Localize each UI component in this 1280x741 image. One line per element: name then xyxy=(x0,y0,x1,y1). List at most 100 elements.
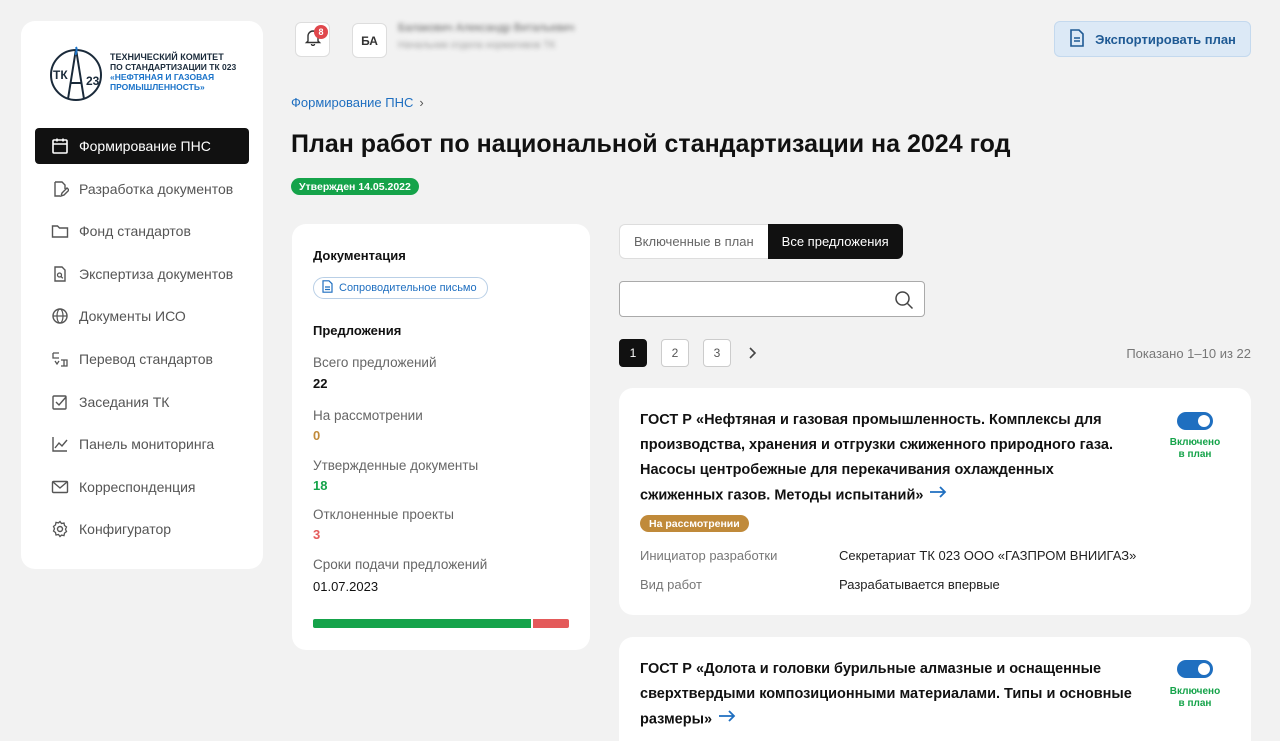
sidebar-item-label: Экспертиза документов xyxy=(79,265,234,282)
logo-line-2: ПО СТАНДАРТИЗАЦИИ ТК 023 xyxy=(110,62,237,72)
logo-line-4: ПРОМЫШЛЕННОСТЬ» xyxy=(110,82,205,92)
sidebar-item-translation[interactable]: Перевод стандартов xyxy=(35,341,249,377)
folder-icon xyxy=(51,222,69,240)
rejected-projects-value: 3 xyxy=(313,527,321,542)
sidebar-item-label: Панель мониторинга xyxy=(79,436,215,453)
sidebar-item-correspondence[interactable]: Корреспонденция xyxy=(35,469,249,505)
proposals-progress-bar xyxy=(313,619,569,628)
export-plan-button[interactable]: Экспортировать план xyxy=(1054,21,1251,57)
gear-icon xyxy=(51,520,69,538)
sidebar: ТК 23 ТЕХНИЧЕСКИЙ КОМИТЕТ ПО СТАНДАРТИЗА… xyxy=(21,21,263,569)
results-count: Показано 1–10 из 22 xyxy=(1126,346,1251,361)
breadcrumb: Формирование ПНС › xyxy=(291,95,424,110)
arrow-right-icon[interactable] xyxy=(929,483,947,508)
sidebar-item-expertise[interactable]: Экспертиза документов xyxy=(35,256,249,292)
toggle-label-line-1: Включено xyxy=(1169,686,1221,697)
documentation-heading: Документация xyxy=(313,248,406,263)
pagination: 1 2 3 xyxy=(619,339,759,367)
sidebar-item-label: Разработка документов xyxy=(79,180,234,197)
cover-letter-label: Сопроводительное письмо xyxy=(339,282,477,294)
work-type-label: Вид работ xyxy=(640,577,702,592)
tab-all-proposals[interactable]: Все предложения xyxy=(767,224,903,259)
translate-icon xyxy=(51,350,69,368)
tab-included[interactable]: Включенные в план xyxy=(619,224,768,259)
sidebar-item-monitoring[interactable]: Панель мониторинга xyxy=(35,426,249,462)
approved-docs-value: 18 xyxy=(313,478,328,493)
calendar-icon xyxy=(51,137,69,155)
stats-panel: Документация Сопроводительное письмо Пре… xyxy=(292,224,590,650)
proposal-tabs: Включенные в план Все предложения xyxy=(619,224,903,259)
under-review-label: На рассмотрении xyxy=(313,408,423,423)
logo-line-3: «НЕФТЯНАЯ И ГАЗОВАЯ xyxy=(110,72,215,82)
page-button-2[interactable]: 2 xyxy=(661,339,689,367)
document-icon xyxy=(322,280,333,296)
proposals-heading: Предложения xyxy=(313,323,402,338)
initiator-label: Инициатор разработки xyxy=(640,548,778,563)
proposal-title-text: ГОСТ Р «Нефтяная и газовая промышленност… xyxy=(640,412,1114,504)
user-role: Начальник отдела нормативов ТК xyxy=(398,40,556,51)
work-type-value: Разрабатывается впервые xyxy=(839,577,1000,592)
arrow-right-icon[interactable] xyxy=(718,707,736,732)
avatar[interactable]: БА xyxy=(352,23,387,58)
search-icon[interactable] xyxy=(894,290,914,315)
rejected-projects-label: Отклоненные проекты xyxy=(313,507,454,522)
deadline-value: 01.07.2023 xyxy=(313,579,379,594)
chevron-right-icon[interactable] xyxy=(745,339,759,367)
sidebar-item-label: Корреспонденция xyxy=(79,478,196,495)
deadline-label: Сроки подачи предложений xyxy=(313,557,488,572)
sidebar-item-label: Формирование ПНС xyxy=(79,138,211,154)
proposal-title[interactable]: ГОСТ Р «Долота и головки бурильные алмаз… xyxy=(640,657,1140,732)
logo-line-1: ТЕХНИЧЕСКИЙ КОМИТЕТ xyxy=(110,52,224,62)
export-plan-label: Экспортировать план xyxy=(1095,31,1236,47)
svg-text:23: 23 xyxy=(86,74,100,88)
cover-letter-link[interactable]: Сопроводительное письмо xyxy=(313,277,488,299)
document-search-icon xyxy=(51,265,69,283)
sidebar-item-label: Фонд стандартов xyxy=(79,223,191,240)
page-title: План работ по национальной стандартизаци… xyxy=(291,130,1011,158)
sidebar-item-meetings[interactable]: Заседания ТК xyxy=(35,384,249,420)
toggle-label-line-2: в план xyxy=(1178,449,1212,460)
sidebar-item-iso[interactable]: Документы ИСО xyxy=(35,298,249,334)
status-badge: На рассмотрении xyxy=(640,515,749,532)
sidebar-item-formation[interactable]: Формирование ПНС xyxy=(35,128,249,164)
under-review-value: 0 xyxy=(313,428,321,443)
page-button-3[interactable]: 3 xyxy=(703,339,731,367)
sidebar-item-label: Заседания ТК xyxy=(79,393,170,410)
status-badge: Утвержден 14.05.2022 xyxy=(291,178,419,195)
toggle-label-line-2: в план xyxy=(1178,698,1212,709)
include-in-plan-toggle[interactable] xyxy=(1177,412,1213,430)
sidebar-item-label: Перевод стандартов xyxy=(79,350,213,367)
search-input[interactable] xyxy=(628,288,888,310)
initiator-value: Секретариат ТК 023 ООО «ГАЗПРОМ ВНИИГАЗ» xyxy=(839,548,1137,563)
sidebar-item-development[interactable]: Разработка документов xyxy=(35,171,249,207)
svg-text:ТК: ТК xyxy=(53,68,68,82)
rejected-segment xyxy=(532,619,569,628)
chart-icon xyxy=(51,435,69,453)
include-in-plan-toggle[interactable] xyxy=(1177,660,1213,678)
toggle-label: Включено в план xyxy=(1159,686,1231,710)
proposal-title-text: ГОСТ Р «Долота и головки бурильные алмаз… xyxy=(640,661,1132,728)
sidebar-item-label: Документы ИСО xyxy=(79,308,186,325)
breadcrumb-separator: › xyxy=(419,95,424,110)
page-button-1[interactable]: 1 xyxy=(619,339,647,367)
toggle-label-line-1: Включено xyxy=(1169,437,1221,448)
mail-icon xyxy=(51,478,69,496)
tk-logo-icon: ТК 23 xyxy=(48,43,104,105)
notifications-button[interactable]: 8 xyxy=(295,22,330,57)
document-icon xyxy=(1069,28,1085,50)
sidebar-item-label: Конфигуратор xyxy=(79,521,172,538)
document-edit-icon xyxy=(51,180,69,198)
logo[interactable]: ТК 23 ТЕХНИЧЕСКИЙ КОМИТЕТ ПО СТАНДАРТИЗА… xyxy=(48,43,248,105)
toggle-label: Включено в план xyxy=(1159,437,1231,461)
proposal-title[interactable]: ГОСТ Р «Нефтяная и газовая промышленност… xyxy=(640,408,1140,508)
approved-segment xyxy=(313,619,531,628)
checkbox-icon xyxy=(51,393,69,411)
sidebar-item-fund[interactable]: Фонд стандартов xyxy=(35,213,249,249)
sidebar-item-configurator[interactable]: Конфигуратор xyxy=(35,511,249,547)
breadcrumb-link[interactable]: Формирование ПНС xyxy=(291,95,413,110)
search-box xyxy=(619,281,925,317)
notification-count-badge: 8 xyxy=(314,25,328,39)
total-proposals-value: 22 xyxy=(313,376,328,391)
approved-docs-label: Утвержденные документы xyxy=(313,458,479,473)
user-name[interactable]: Балакович Александр Витальевич xyxy=(398,22,574,34)
